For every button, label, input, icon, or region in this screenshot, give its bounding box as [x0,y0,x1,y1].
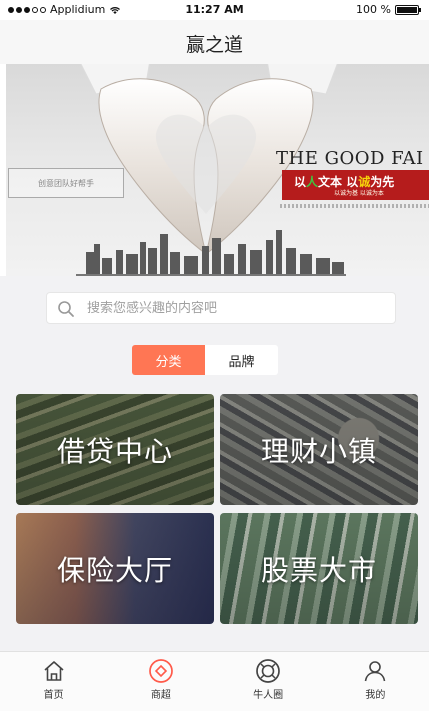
banner-fine-print [280,204,429,208]
city-skyline-image [76,230,346,276]
tab-circle[interactable]: 牛人圈 [215,652,322,711]
bottom-tab-bar: 首页 商超 牛人圈 我的 [0,651,429,711]
battery-icon [395,4,421,15]
tile-insurance-label: 保险大厅 [56,553,173,587]
tab-category[interactable]: 分类 [132,345,205,375]
tile-finance-label: 理财小镇 [260,434,377,468]
profile-icon [365,661,386,682]
status-bar: Applidium 11:27 AM 100 % [0,0,429,20]
banner-left-plate: 创意团队好帮手 [8,168,124,198]
tab-brand[interactable]: 品牌 [205,345,278,375]
battery-percent: 100 % [356,3,391,16]
home-icon [44,661,64,681]
banner-slogan-box: 以人文本 以诚为先 以诚为基 以诚为本 [282,170,429,200]
tile-insurance-hall[interactable]: 保险大厅 [16,513,214,624]
search-input[interactable] [87,293,387,323]
tab-home-label: 首页 [43,690,64,701]
tile-stocks-label: 股票大市 [260,553,377,587]
tile-finance-town[interactable]: 理财小镇 [220,394,418,505]
tab-profile[interactable]: 我的 [322,652,429,711]
page-title: 赢之道 [185,34,243,56]
circle-icon [256,659,280,683]
banner-slogan-sub: 以诚为基 以诚为本 [334,190,384,197]
tab-mall-label: 商超 [150,690,171,701]
tile-stock-market[interactable]: 股票大市 [220,513,418,624]
category-brand-toggle: 分类 品牌 [132,345,278,375]
mall-icon [149,659,173,683]
tile-loan-label: 借贷中心 [56,434,173,468]
search-bar[interactable] [46,292,396,324]
tile-loan-center[interactable]: 借贷中心 [16,394,214,505]
promo-banner[interactable]: 创意团队好帮手 THE GOOD FAI 以人文本 以诚为先 以诚为基 以诚为本 [6,64,429,276]
search-icon [58,301,74,317]
tab-mall[interactable]: 商超 [107,652,214,711]
tab-home[interactable]: 首页 [0,652,107,711]
tab-circle-label: 牛人圈 [253,690,284,701]
battery-indicator: 100 % [356,3,421,16]
banner-slogan-en: THE GOOD FAI [276,148,424,169]
tab-profile-label: 我的 [365,690,386,701]
nav-bar: 赢之道 [0,20,429,64]
